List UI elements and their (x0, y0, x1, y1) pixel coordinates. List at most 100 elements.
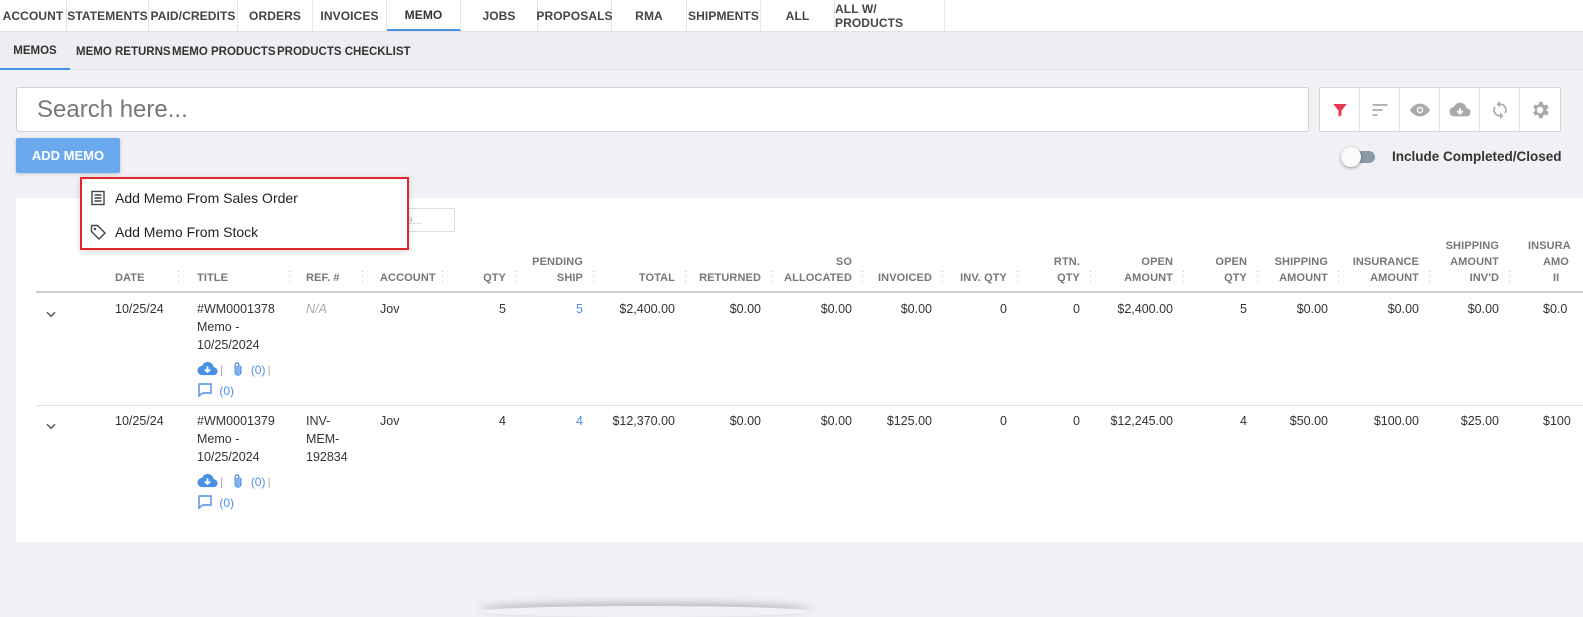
cloud-download-icon[interactable] (197, 361, 218, 377)
tab-jobs[interactable]: JOBS (461, 0, 538, 31)
col-header-inv-qty[interactable]: INV. QTY (950, 270, 1007, 286)
col-header-rtn-qty[interactable]: RTN. QTY (1030, 254, 1080, 286)
add-memo-button[interactable]: ADD MEMO (16, 138, 120, 173)
cell-pending-ship[interactable]: 5 (523, 300, 583, 318)
col-header-returned[interactable]: RETURNED (693, 270, 761, 286)
cell-returned: $0.00 (729, 302, 761, 316)
cell-pending-ship[interactable]: 4 (523, 412, 583, 430)
list-icon (91, 190, 105, 206)
filter-button[interactable] (1320, 88, 1360, 131)
attachments-count[interactable]: (0) (251, 363, 266, 377)
attachments-count[interactable]: (0) (251, 475, 266, 489)
col-header-so-allocated[interactable]: SO ALLOCATED (782, 254, 852, 286)
download-button[interactable] (1440, 88, 1480, 131)
row-comments: (0) (197, 494, 234, 510)
comment-icon[interactable] (197, 382, 213, 398)
menu-item-add-memo-from-sales-order[interactable]: Add Memo From Sales Order (90, 186, 298, 210)
cell-insurance-amount-invd: $100 (1543, 414, 1571, 428)
col-header-date[interactable]: DATE (115, 270, 145, 286)
col-header-qty[interactable]: QTY (456, 270, 506, 286)
tab-shipments[interactable]: SHIPMENTS (687, 0, 761, 31)
col-header-title[interactable]: TITLE (197, 270, 228, 286)
paperclip-icon[interactable] (232, 362, 244, 377)
column-resize-handle[interactable]: · · · (1428, 267, 1431, 287)
cell-invoiced: $125.00 (886, 414, 932, 428)
title-line: #WM0001379 (197, 414, 275, 428)
header-line: AMOUNT (1370, 272, 1419, 284)
column-resize-handle[interactable]: · · · (288, 267, 291, 287)
col-header-ref[interactable]: REF. # (306, 270, 340, 286)
cell-total: $12,370.00 (612, 414, 675, 428)
header-line: INSURANCE (1352, 256, 1419, 268)
column-resize-handle[interactable]: · · · (1182, 267, 1185, 287)
menu-item-add-memo-from-stock[interactable]: Add Memo From Stock (90, 220, 258, 244)
comment-icon[interactable] (197, 494, 213, 510)
header-line: SHIP (556, 272, 583, 284)
tab-all[interactable]: ALL (761, 0, 835, 31)
tab-memo[interactable]: MEMO (387, 0, 461, 31)
column-resize-handle[interactable]: · · · (684, 267, 687, 287)
chevron-down-icon[interactable] (44, 307, 58, 321)
tab-rma[interactable]: RMA (612, 0, 687, 31)
cell-ref: INV- MEM- 192834 (306, 412, 348, 466)
include-completed-toggle[interactable] (1341, 147, 1375, 167)
sync-icon (1492, 100, 1507, 119)
refresh-button[interactable] (1480, 88, 1520, 131)
cell-shipping-amount: $0.00 (1296, 302, 1328, 316)
header-line: PENDING (532, 256, 583, 268)
column-resize-handle[interactable]: · · · (1256, 267, 1259, 287)
column-resize-handle[interactable]: · · · (1089, 267, 1092, 287)
col-header-total[interactable]: TOTAL (610, 270, 675, 286)
tab-all-with-products[interactable]: ALL W/ PRODUCTS (835, 0, 945, 31)
column-resize-handle[interactable]: · · · (1016, 267, 1019, 287)
menu-item-label: Add Memo From Stock (115, 224, 259, 240)
comments-count[interactable]: (0) (219, 496, 234, 510)
col-header-shipping-amount-invd[interactable]: SHIPPING AMOUNT INV'D (1435, 238, 1499, 286)
view-button[interactable] (1400, 88, 1440, 131)
comments-count[interactable]: (0) (219, 384, 234, 398)
sort-button[interactable] (1360, 88, 1400, 131)
column-resize-handle[interactable]: · · · (441, 267, 444, 287)
col-header-insurance-amount-invd[interactable]: INSURA AMO II (1528, 238, 1583, 286)
column-resize-handle[interactable]: · · · (1508, 267, 1511, 287)
column-resize-handle[interactable]: · · · (941, 267, 944, 287)
col-header-account[interactable]: ACCOUNT (380, 270, 436, 286)
subtab-memo-returns[interactable]: MEMO RETURNS (76, 33, 171, 70)
cell-title[interactable]: #WM0001379 Memo - 10/25/2024 (197, 412, 287, 466)
cell-ref: N/A (306, 302, 327, 316)
column-resize-handle[interactable]: · · · (515, 267, 518, 287)
column-resize-handle[interactable]: · · · (177, 267, 180, 287)
column-resize-handle[interactable]: · · · (770, 267, 773, 287)
subtab-products-checklist[interactable]: PRODUCTS CHECKLIST (277, 33, 411, 70)
chevron-down-icon[interactable] (44, 419, 58, 433)
col-header-open-qty[interactable]: OPEN QTY (1197, 254, 1247, 286)
tab-invoices[interactable]: INVOICES (313, 0, 387, 31)
col-header-pending-ship[interactable]: PENDING SHIP (523, 254, 583, 286)
column-resize-handle[interactable]: · · · (592, 267, 595, 287)
cloud-download-icon[interactable] (197, 473, 218, 489)
subtab-memo-products[interactable]: MEMO PRODUCTS (172, 33, 276, 70)
col-header-invoiced[interactable]: INVOICED (866, 270, 932, 286)
title-line: Memo - (197, 320, 240, 334)
paperclip-icon[interactable] (232, 474, 244, 489)
search-input[interactable] (16, 87, 1309, 132)
col-header-shipping-amount[interactable]: SHIPPING AMOUNT (1262, 254, 1328, 286)
add-memo-dropdown: Add Memo From Sales Order Add Memo From … (80, 177, 409, 250)
column-resize-handle[interactable]: · · · (361, 267, 364, 287)
cell-title[interactable]: #WM0001378 Memo - 10/25/2024 (197, 300, 287, 354)
ref-line: INV- (306, 414, 331, 428)
col-header-insurance-amount[interactable]: INSURANCE AMOUNT (1345, 254, 1419, 286)
column-resize-handle[interactable]: · · · (1337, 267, 1340, 287)
sub-nav-tabs: MEMOS MEMO RETURNS MEMO PRODUCTS PRODUCT… (0, 33, 1583, 70)
cell-inv-qty: 0 (1000, 302, 1007, 316)
tab-statements[interactable]: STATEMENTS (67, 0, 149, 31)
column-resize-handle[interactable]: · · · (861, 267, 864, 287)
settings-button[interactable] (1520, 88, 1560, 131)
filter-input[interactable]: e... (403, 208, 455, 232)
tab-orders[interactable]: ORDERS (238, 0, 313, 31)
subtab-memos[interactable]: MEMOS (0, 33, 70, 70)
col-header-open-amount[interactable]: OPEN AMOUNT (1100, 254, 1173, 286)
tab-paid-credits[interactable]: PAID/CREDITS (149, 0, 238, 31)
tab-proposals[interactable]: PROPOSALS (536, 0, 613, 31)
tab-account[interactable]: ACCOUNT (0, 0, 67, 31)
